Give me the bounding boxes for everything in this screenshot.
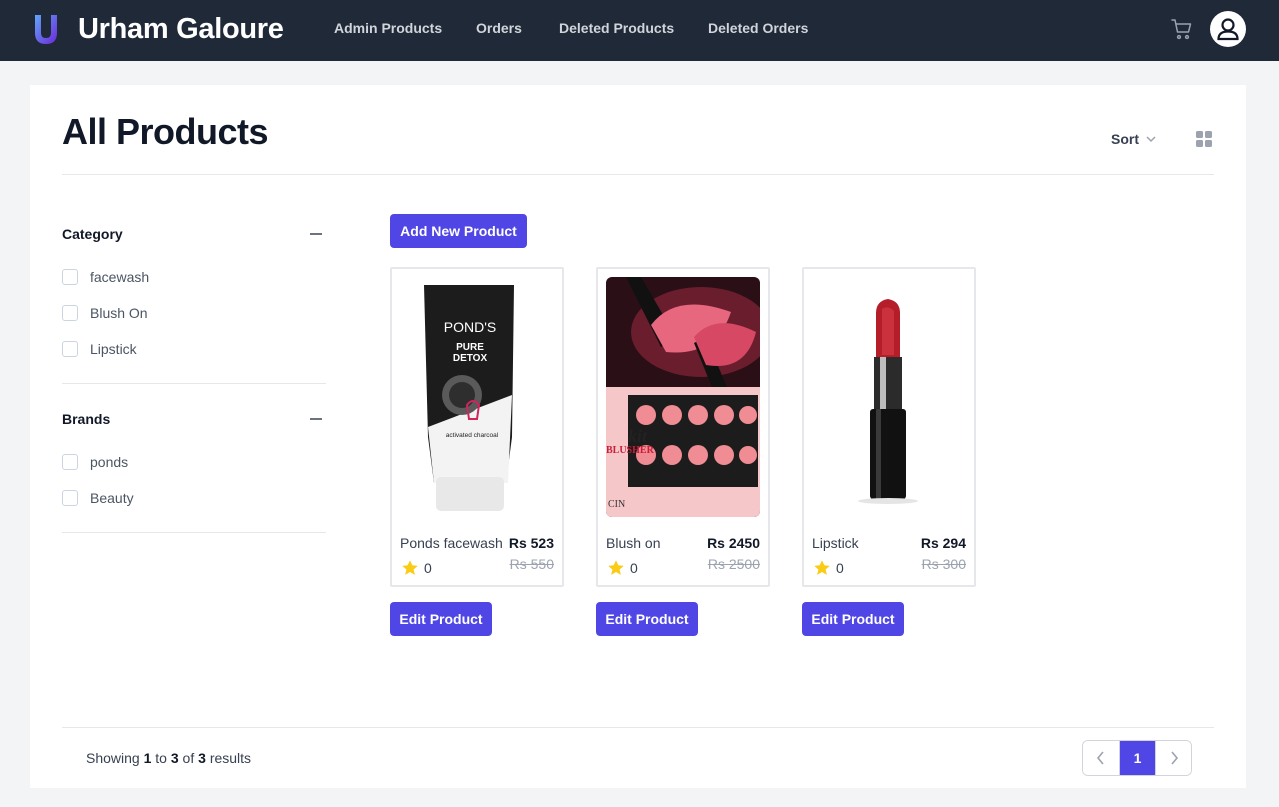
filter-category-title[interactable]: Category xyxy=(62,226,123,242)
collapse-category-icon[interactable] xyxy=(310,233,322,235)
nav-admin-products[interactable]: Admin Products xyxy=(334,20,442,36)
product-name: Blush on xyxy=(606,535,661,551)
footer-divider xyxy=(62,727,1214,728)
of-word: of xyxy=(182,750,195,766)
chevron-down-icon xyxy=(1146,136,1156,143)
showing-prefix: Showing xyxy=(86,750,140,766)
user-icon xyxy=(1217,18,1239,41)
product-image-ponds: POND'S PURE DETOX activated charcoal xyxy=(400,277,554,517)
collapse-brands-icon[interactable] xyxy=(310,418,322,420)
checkbox[interactable] xyxy=(62,490,78,506)
results-word: results xyxy=(209,750,252,766)
product-image-blush: kit BLUSHER CIN xyxy=(606,277,760,517)
cart-icon[interactable] xyxy=(1170,17,1194,41)
product-price: Rs 523 xyxy=(508,535,554,551)
filter-option-ponds[interactable]: ponds xyxy=(62,454,128,470)
top-navbar: Urham Galoure Admin Products Orders Dele… xyxy=(0,0,1279,61)
nav-deleted-products[interactable]: Deleted Products xyxy=(559,20,674,36)
nav-deleted-orders[interactable]: Deleted Orders xyxy=(708,20,808,36)
nav-orders[interactable]: Orders xyxy=(476,20,522,36)
previous-page-button[interactable] xyxy=(1083,741,1119,775)
chevron-right-icon xyxy=(1170,751,1178,765)
filter-option-blush-on[interactable]: Blush On xyxy=(62,305,148,321)
product-card[interactable]: kit BLUSHER CIN Blush on Rs 2450 0 Rs 25… xyxy=(596,267,770,587)
results-from: 1 xyxy=(143,750,152,766)
chevron-left-icon xyxy=(1096,751,1104,765)
star-icon xyxy=(608,560,624,575)
filter-divider xyxy=(62,532,326,533)
brand-name[interactable]: Urham Galoure xyxy=(78,13,284,46)
add-new-product-button[interactable]: Add New Product xyxy=(390,214,527,248)
filter-option-facewash[interactable]: facewash xyxy=(62,269,149,285)
product-name: Ponds facewash xyxy=(400,535,503,551)
blush-brand-text: CIN xyxy=(608,499,625,510)
star-icon xyxy=(402,560,418,575)
product-image-lipstick xyxy=(812,277,966,517)
edit-product-button[interactable]: Edit Product xyxy=(802,602,904,636)
product-rating: 0 xyxy=(630,560,638,576)
product-rating: 0 xyxy=(836,560,844,576)
product-price: Rs 294 xyxy=(920,535,966,551)
product-card[interactable]: POND'S PURE DETOX activated charcoal Pon… xyxy=(390,267,564,587)
results-summary: Showing 1 to 3 of 3 results xyxy=(86,750,251,766)
to-word: to xyxy=(155,750,167,766)
product-old-price: Rs 550 xyxy=(509,556,554,572)
filter-brands-title[interactable]: Brands xyxy=(62,411,110,427)
filter-option-label: ponds xyxy=(90,454,129,470)
product-old-price: Rs 300 xyxy=(921,556,966,572)
main-panel: All Products Sort Category facewash Blus… xyxy=(30,85,1246,788)
checkbox[interactable] xyxy=(62,341,78,357)
edit-product-button[interactable]: Edit Product xyxy=(390,602,492,636)
ponds-sub-text: activated charcoal xyxy=(446,432,499,439)
checkbox[interactable] xyxy=(62,305,78,321)
filter-option-label: Lipstick xyxy=(90,341,137,357)
star-icon xyxy=(814,560,830,575)
filter-divider xyxy=(62,383,326,384)
results-total: 3 xyxy=(198,750,206,766)
product-name: Lipstick xyxy=(812,535,859,551)
filter-option-label: Blush On xyxy=(90,305,148,321)
grid-view-icon[interactable] xyxy=(1196,131,1212,147)
edit-product-button[interactable]: Edit Product xyxy=(596,602,698,636)
ponds-line1-text: PURE xyxy=(456,342,484,353)
filter-option-label: Beauty xyxy=(90,490,134,506)
filter-option-lipstick[interactable]: Lipstick xyxy=(62,341,137,357)
filter-option-label: facewash xyxy=(90,269,150,285)
blush-word-text: BLUSHER xyxy=(606,445,655,456)
product-card[interactable]: Lipstick Rs 294 0 Rs 300 xyxy=(802,267,976,587)
filter-option-beauty[interactable]: Beauty xyxy=(62,490,134,506)
sort-dropdown[interactable]: Sort xyxy=(1111,131,1157,147)
page-title: All Products xyxy=(62,111,269,152)
ponds-line2-text: DETOX xyxy=(453,353,488,364)
next-page-button[interactable] xyxy=(1155,741,1191,775)
product-old-price: Rs 2500 xyxy=(707,556,760,572)
page-number-button[interactable]: 1 xyxy=(1119,741,1155,775)
pagination: 1 xyxy=(1082,740,1192,776)
product-rating: 0 xyxy=(424,560,432,576)
logo-icon[interactable] xyxy=(32,13,60,45)
checkbox[interactable] xyxy=(62,269,78,285)
sort-label: Sort xyxy=(1111,131,1139,147)
blush-kit-text: kit xyxy=(628,426,648,446)
product-price: Rs 2450 xyxy=(707,535,760,551)
ponds-brand-text: POND'S xyxy=(444,319,496,335)
header-divider xyxy=(62,174,1214,175)
checkbox[interactable] xyxy=(62,454,78,470)
user-avatar[interactable] xyxy=(1210,11,1246,47)
results-to: 3 xyxy=(170,750,179,766)
